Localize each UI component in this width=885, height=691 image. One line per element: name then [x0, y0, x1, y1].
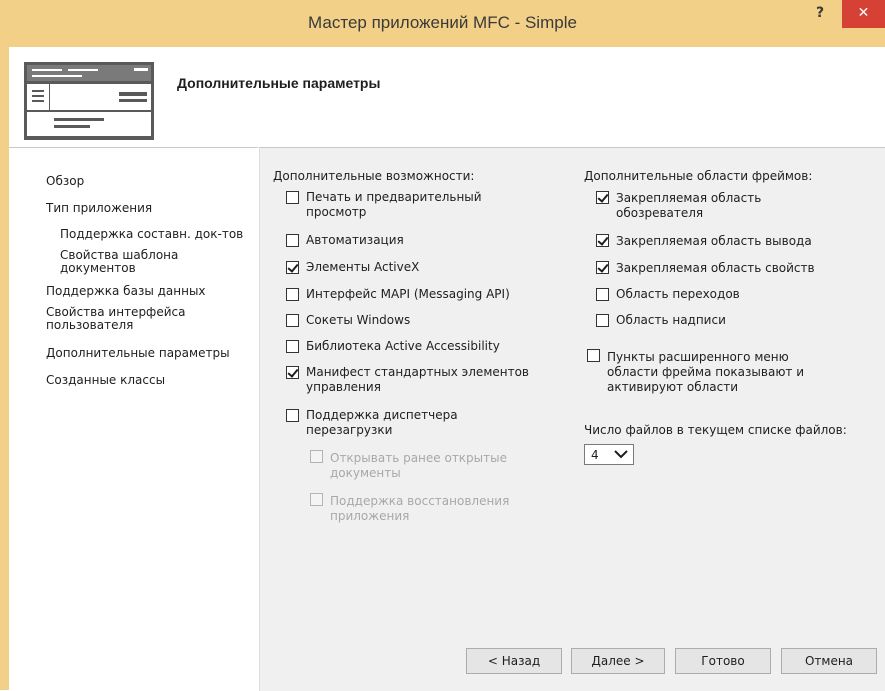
- next-button[interactable]: Далее >: [571, 648, 665, 674]
- caption-bar-checkbox[interactable]: [596, 314, 609, 327]
- activex-label: Элементы ActiveX: [306, 260, 420, 274]
- accessibility-checkbox[interactable]: [286, 340, 299, 353]
- wizard-header: Дополнительные параметры: [9, 47, 885, 147]
- title-bar: Мастер приложений MFC - Simple ? ✕: [0, 0, 885, 47]
- sockets-label: Сокеты Windows: [306, 313, 411, 327]
- restart-manager-checkbox[interactable]: [286, 409, 299, 422]
- options-panel: Дополнительные возможности: Печать и пре…: [259, 147, 885, 691]
- restart-manager-label-1: Поддержка диспетчера: [306, 408, 458, 422]
- sidebar-item-advanced-features[interactable]: Дополнительные параметры: [46, 347, 230, 360]
- accessibility-label: Библиотека Active Accessibility: [306, 339, 500, 353]
- sidebar-item-ui-features-2[interactable]: пользователя: [46, 319, 133, 332]
- navigation-pane-label: Область переходов: [616, 287, 740, 301]
- advanced-menu-label-3: активируют области: [607, 380, 739, 394]
- sidebar-item-app-type[interactable]: Тип приложения: [46, 202, 152, 215]
- print-preview-label-1: Печать и предварительный: [306, 190, 482, 204]
- reopen-docs-checkbox[interactable]: [310, 450, 323, 463]
- features-group-label: Дополнительные возможности:: [273, 169, 475, 183]
- app-recovery-label-1: Поддержка восстановления: [330, 494, 510, 508]
- app-recovery-checkbox[interactable]: [310, 493, 323, 506]
- close-button[interactable]: ✕: [842, 0, 885, 28]
- properties-pane-label: Закрепляемая область свойств: [616, 261, 815, 275]
- automation-label: Автоматизация: [306, 233, 404, 247]
- mapi-label: Интерфейс MAPI (Messaging API): [306, 287, 510, 301]
- recent-files-select[interactable]: 4: [584, 444, 634, 465]
- properties-pane-checkbox[interactable]: [596, 261, 609, 274]
- manifest-label-1: Манифест стандартных элементов: [306, 365, 530, 379]
- sidebar-item-compound-docs[interactable]: Поддержка составн. док-тов: [60, 228, 243, 241]
- app-recovery-label-2: приложения: [330, 509, 410, 523]
- print-preview-checkbox[interactable]: [286, 191, 299, 204]
- frames-group-label: Дополнительные области фреймов:: [584, 169, 813, 183]
- recent-files-label: Число файлов в текущем списке файлов:: [584, 423, 847, 437]
- reopen-docs-label-1: Открывать ранее открытые: [330, 451, 507, 465]
- reopen-docs-label-2: документы: [330, 466, 401, 480]
- print-preview-label-2: просмотр: [306, 205, 367, 219]
- advanced-menu-checkbox[interactable]: [587, 349, 600, 362]
- manifest-checkbox[interactable]: [286, 366, 299, 379]
- wizard-app-icon: [24, 62, 154, 140]
- advanced-menu-label-2: области фрейма показывают и: [607, 365, 805, 379]
- page-title: Дополнительные параметры: [177, 75, 381, 91]
- window-border-left: [0, 47, 9, 690]
- sidebar-item-database[interactable]: Поддержка базы данных: [46, 285, 206, 298]
- explorer-pane-label-2: обозревателя: [616, 206, 704, 220]
- mapi-checkbox[interactable]: [286, 288, 299, 301]
- chevron-down-icon: [614, 450, 628, 459]
- recent-files-value: 4: [591, 448, 599, 462]
- sockets-checkbox[interactable]: [286, 314, 299, 327]
- explorer-pane-label-1: Закрепляемая область: [616, 191, 762, 205]
- sidebar-item-generated-classes[interactable]: Созданные классы: [46, 374, 165, 387]
- navigation-pane-checkbox[interactable]: [596, 288, 609, 301]
- sidebar-item-doc-template-2[interactable]: документов: [60, 262, 136, 275]
- back-button[interactable]: < Назад: [466, 648, 562, 674]
- help-button[interactable]: ?: [800, 0, 840, 28]
- cancel-button[interactable]: Отмена: [781, 648, 877, 674]
- output-pane-checkbox[interactable]: [596, 234, 609, 247]
- wizard-sidebar: Обзор Тип приложения Поддержка составн. …: [9, 147, 258, 691]
- activex-checkbox[interactable]: [286, 261, 299, 274]
- automation-checkbox[interactable]: [286, 234, 299, 247]
- finish-button[interactable]: Готово: [675, 648, 771, 674]
- caption-bar-label: Область надписи: [616, 313, 726, 327]
- sidebar-item-overview[interactable]: Обзор: [46, 175, 84, 188]
- explorer-pane-checkbox[interactable]: [596, 191, 609, 204]
- window-title: Мастер приложений MFC - Simple: [308, 13, 577, 32]
- manifest-label-2: управления: [306, 380, 381, 394]
- restart-manager-label-2: перезагрузки: [306, 423, 393, 437]
- output-pane-label: Закрепляемая область вывода: [616, 234, 812, 248]
- advanced-menu-label-1: Пункты расширенного меню: [607, 350, 789, 364]
